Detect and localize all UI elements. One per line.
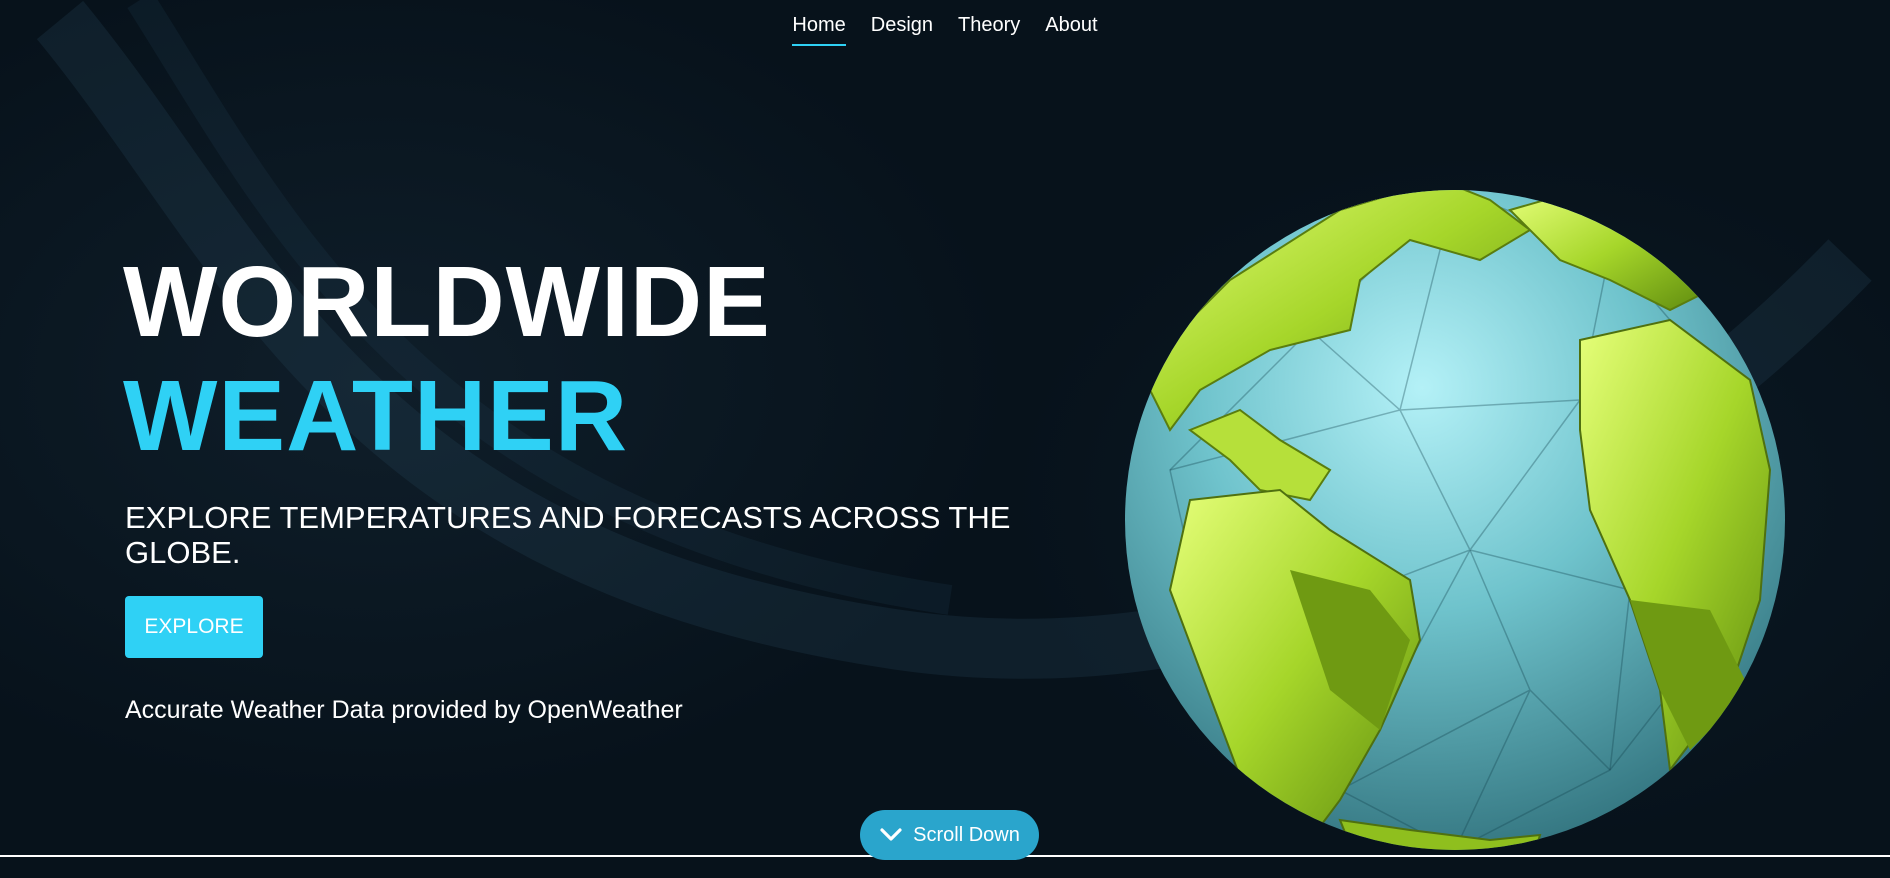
data-attribution: Accurate Weather Data provided by OpenWe…	[125, 696, 683, 724]
nav-about[interactable]: About	[1045, 12, 1097, 46]
hero-subtitle: EXPLORE TEMPERATURES AND FORECASTS ACROS…	[125, 500, 1011, 570]
low-poly-globe-icon	[1125, 190, 1785, 850]
top-nav: Home Design Theory About	[0, 12, 1890, 46]
scroll-down-button[interactable]: Scroll Down	[860, 810, 1039, 860]
hero-title-line1: WORLDWIDE	[123, 246, 771, 358]
landing-page: Home Design Theory About WORLDWIDE WEATH…	[0, 0, 1890, 878]
explore-button[interactable]: EXPLORE	[125, 596, 263, 658]
scroll-down-label: Scroll Down	[913, 823, 1020, 846]
hero-title-line2: WEATHER	[123, 360, 629, 472]
nav-theory[interactable]: Theory	[958, 12, 1020, 46]
nav-design[interactable]: Design	[871, 12, 933, 46]
hero-title: WORLDWIDE WEATHER	[123, 245, 771, 473]
chevron-down-icon	[880, 828, 902, 841]
nav-home[interactable]: Home	[792, 12, 846, 46]
